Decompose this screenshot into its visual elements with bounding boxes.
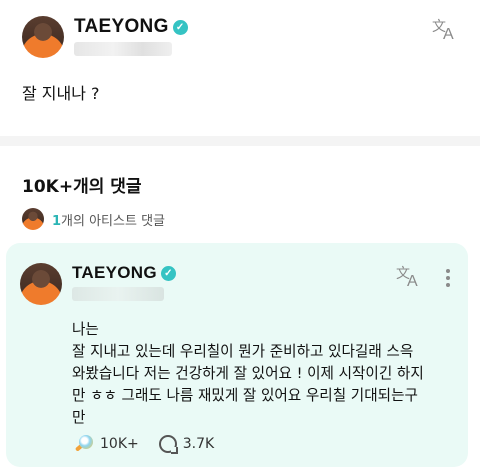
artist-comments-filter[interactable]: 1개의 아티스트 댓글	[22, 207, 165, 231]
reply-bubble-icon[interactable]	[158, 435, 178, 454]
verified-check-icon: ✓	[172, 20, 188, 35]
comment-meta-blurred	[72, 287, 164, 301]
post-meta-blurred	[74, 42, 172, 56]
comment-line: 만	[72, 409, 86, 426]
verified-check-icon: ✓	[160, 266, 176, 281]
reply-count: 3.7K	[182, 436, 215, 452]
post-text: 잘 지내나 ?	[22, 84, 100, 103]
comments-count-title: 10K+개의 댓글	[22, 177, 142, 197]
artist-comment-count: 1	[52, 213, 62, 229]
more-vertical-icon[interactable]	[440, 267, 456, 289]
author-avatar[interactable]	[22, 16, 64, 58]
comment-line: 만 ㅎㅎ 그래도 나름 재밌게 잘 있어요 우리칠 기대되는구	[72, 387, 418, 404]
post-author-name[interactable]: TAEYONG ✓	[74, 16, 188, 38]
comment-author-avatar[interactable]	[20, 263, 62, 305]
comment-body: 나는 잘 지내고 있는데 우리칠이 뭔가 준비하고 있다길래 스윽 와봤습니다 …	[72, 319, 456, 429]
post-author-name-text: TAEYONG	[74, 16, 169, 37]
artist-avatar-small	[22, 208, 44, 230]
comment-line: 와봤습니다 저는 건강하게 잘 있어요 ! 이제 시작이긴 하지	[72, 365, 424, 382]
comment-line: 나는	[72, 321, 99, 338]
like-count: 10K+	[100, 436, 139, 452]
comment-author-name-text: TAEYONG	[72, 263, 157, 282]
artist-comment-card: TAEYONG ✓ 文A 나는 잘 지내고 있는데 우리칠이 뭔가 준비하고 있다…	[6, 243, 468, 467]
lightstick-icon[interactable]	[72, 434, 94, 454]
comment-author-name[interactable]: TAEYONG ✓	[72, 263, 176, 283]
section-divider	[0, 136, 480, 146]
comment-actions: 10K+ 3.7K	[72, 432, 214, 456]
translate-icon[interactable]: 文A	[396, 266, 422, 290]
artist-comment-label-text: 개의 아티스트 댓글	[61, 213, 165, 229]
translate-icon[interactable]: 文A	[432, 19, 458, 43]
artist-comments-label: 1개의 아티스트 댓글	[52, 210, 165, 229]
post-header: TAEYONG ✓ 文A	[22, 14, 462, 62]
comment-line: 잘 지내고 있는데 우리칠이 뭔가 준비하고 있다길래 스윽	[72, 343, 414, 360]
